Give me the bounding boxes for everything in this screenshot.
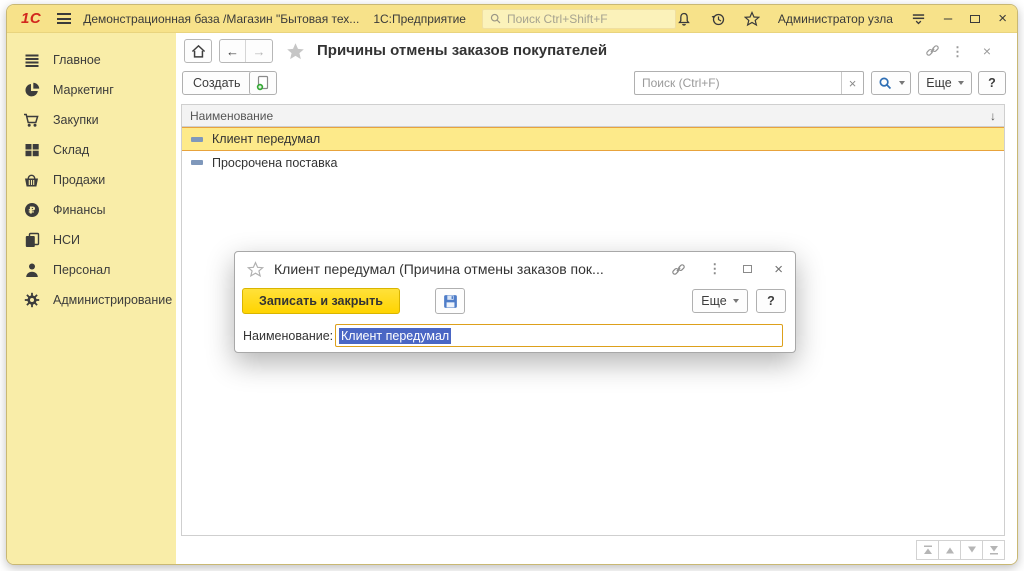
grid-icon — [23, 142, 40, 158]
app-title: Демонстрационная база /Магазин "Бытовая … — [83, 12, 359, 26]
topbar: 1С Демонстрационная база /Магазин "Бытов… — [7, 5, 1017, 33]
create-button[interactable]: Создать — [182, 71, 252, 95]
main-menu-burger-icon[interactable] — [57, 13, 71, 24]
app-name: 1С:Предприятие — [373, 12, 466, 26]
sidebar: Главное Маркетинг Закупки Склад Продажи … — [7, 33, 176, 564]
table-row[interactable]: Клиент передумал — [182, 127, 1004, 151]
window-minimize-button[interactable]: – — [944, 14, 952, 24]
help-button[interactable]: ? — [978, 71, 1006, 95]
list-scroll-nav — [917, 540, 1005, 560]
gear-icon — [23, 292, 40, 308]
scroll-down-button[interactable] — [960, 540, 983, 560]
window-maximize-button[interactable] — [970, 15, 980, 23]
form-menu-kebab-icon[interactable]: ⋮ — [951, 44, 964, 60]
person-icon — [23, 262, 40, 278]
sidebar-item-personnel[interactable]: Персонал — [7, 255, 176, 285]
menu-lines-icon — [23, 52, 40, 68]
home-button[interactable] — [184, 39, 212, 63]
clear-search-icon[interactable]: × — [841, 72, 863, 94]
forward-button[interactable]: → — [246, 40, 272, 62]
sidebar-item-finance[interactable]: ₽ Финансы — [7, 195, 176, 225]
basket-icon — [23, 172, 40, 188]
list-toolbar: Создать × Еще ? — [176, 71, 1017, 97]
page-title: Причины отмены заказов покупателей — [317, 42, 607, 59]
notifications-bell-icon[interactable] — [676, 11, 692, 27]
dialog-more-button[interactable]: Еще — [692, 289, 748, 313]
ruble-icon: ₽ — [23, 202, 40, 218]
history-nav: ← → — [219, 39, 273, 63]
sidebar-item-warehouse[interactable]: Склад — [7, 135, 176, 165]
window-close-button[interactable]: × — [998, 10, 1007, 27]
pie-chart-icon — [23, 82, 40, 98]
sidebar-item-marketing[interactable]: Маркетинг — [7, 75, 176, 105]
favorite-star-icon[interactable] — [247, 261, 264, 278]
service-menu-icon[interactable] — [911, 11, 926, 26]
document-plus-icon — [255, 75, 271, 91]
chevron-down-icon — [733, 299, 739, 303]
favorites-star-icon[interactable] — [744, 11, 760, 27]
dialog-titlebar: Клиент передумал (Причина отмены заказов… — [235, 252, 795, 286]
more-button[interactable]: Еще — [918, 71, 972, 95]
dialog-toolbar: Записать и закрыть Еще ? — [235, 288, 795, 318]
sidebar-item-purchases[interactable]: Закупки — [7, 105, 176, 135]
svg-text:₽: ₽ — [28, 206, 35, 217]
global-search[interactable] — [482, 9, 676, 29]
search-icon — [878, 76, 893, 91]
dialog-menu-kebab-icon[interactable]: ⋮ — [708, 261, 721, 277]
dialog-close-icon[interactable]: × — [774, 261, 783, 278]
books-icon — [23, 232, 40, 248]
get-link-icon[interactable] — [671, 262, 686, 277]
name-field-row: Наименование: Клиент передумал — [235, 324, 795, 348]
selected-text: Клиент передумал — [339, 328, 451, 344]
list-search-field[interactable]: × — [634, 71, 864, 95]
global-search-input[interactable] — [507, 12, 669, 26]
sidebar-item-sales[interactable]: Продажи — [7, 165, 176, 195]
scroll-first-button[interactable] — [916, 540, 939, 560]
table-row[interactable]: Просрочена поставка — [182, 151, 1004, 174]
get-link-icon[interactable] — [925, 43, 940, 63]
history-icon[interactable] — [710, 11, 726, 27]
form-close-icon[interactable]: × — [983, 43, 991, 59]
content-header: ← → Причины отмены заказов покупателей ⋮… — [176, 39, 1017, 65]
name-field-label: Наименование: — [243, 329, 333, 343]
catalog-item-icon — [191, 137, 203, 142]
sidebar-item-administration[interactable]: Администрирование — [7, 285, 176, 315]
scroll-up-button[interactable] — [938, 540, 961, 560]
add-favorite-star-icon[interactable] — [286, 42, 305, 66]
sidebar-item-nsi[interactable]: НСИ — [7, 225, 176, 255]
create-by-copy-button[interactable] — [249, 71, 277, 95]
sidebar-item-main[interactable]: Главное — [7, 45, 176, 75]
dialog-title: Клиент передумал (Причина отмены заказов… — [274, 261, 604, 277]
item-edit-dialog: Клиент передумал (Причина отмены заказов… — [234, 251, 796, 353]
current-user[interactable]: Администратор узла — [778, 12, 893, 26]
save-and-close-button[interactable]: Записать и закрыть — [242, 288, 400, 314]
chevron-down-icon — [899, 81, 905, 85]
app-window: 1С Демонстрационная база /Магазин "Бытов… — [6, 4, 1018, 565]
chevron-down-icon — [958, 81, 964, 85]
save-button[interactable] — [435, 288, 465, 314]
onec-logo-icon: 1С — [21, 10, 41, 27]
find-button[interactable] — [871, 71, 911, 95]
back-button[interactable]: ← — [220, 40, 246, 62]
cart-icon — [23, 112, 40, 128]
dialog-help-button[interactable]: ? — [756, 289, 786, 313]
dialog-maximize-icon[interactable] — [743, 265, 752, 273]
home-icon — [191, 44, 206, 59]
floppy-icon — [442, 293, 459, 310]
catalog-item-icon — [191, 160, 203, 165]
name-input[interactable]: Клиент передумал — [335, 324, 783, 347]
sort-desc-icon: ↓ — [990, 109, 996, 123]
list-search-input[interactable] — [635, 72, 841, 94]
search-icon — [489, 12, 502, 25]
column-header-name[interactable]: Наименование ↓ — [182, 105, 1004, 127]
scroll-last-button[interactable] — [982, 540, 1005, 560]
